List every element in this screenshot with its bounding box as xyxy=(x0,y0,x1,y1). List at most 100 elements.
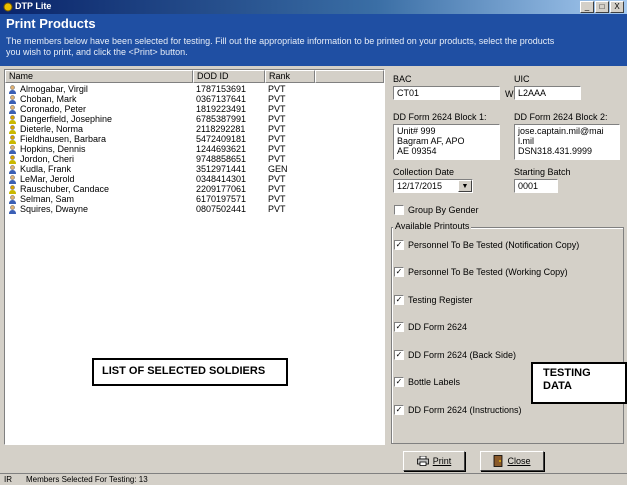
cell-name: Dieterle, Norma xyxy=(5,124,193,134)
block2-textarea[interactable]: jose.captain.mil@mai l.mil DSN318.431.99… xyxy=(514,124,620,160)
person-female-icon xyxy=(9,184,16,194)
starting-batch-label: Starting Batch xyxy=(514,167,571,177)
door-icon xyxy=(494,455,503,467)
table-row[interactable]: Dieterle, Norma 2118292281 PVT xyxy=(5,124,384,134)
window-title: DTP Lite xyxy=(15,1,52,11)
collection-date-select[interactable]: 12/17/2015 ▼ xyxy=(393,179,473,193)
printout-checkbox[interactable]: ✓ xyxy=(394,405,404,415)
block1-textarea[interactable]: Unit# 999 Bagram AF, APO AE 09354 xyxy=(393,124,500,160)
callout-testing-data: TESTING DATA xyxy=(531,362,627,404)
table-row[interactable]: Kudla, Frank 3512971441 GEN xyxy=(5,164,384,174)
printout-checkbox[interactable]: ✓ xyxy=(394,295,404,305)
close-window-button[interactable]: X xyxy=(610,1,624,13)
block1-line: Unit# 999 xyxy=(397,126,436,136)
callout-testing-line: DATA xyxy=(543,380,572,392)
table-row[interactable]: Jordon, Cheri 9748858651 PVT xyxy=(5,154,384,164)
cell-rank: PVT xyxy=(268,144,286,154)
block2-label: DD Form 2624 Block 2: xyxy=(514,112,608,122)
column-header-filler xyxy=(315,70,384,83)
callout-testing-line: TESTING xyxy=(543,367,591,379)
block2-line: jose.captain.mil@mai xyxy=(518,126,604,136)
printout-checkbox[interactable]: ✓ xyxy=(394,350,404,360)
starting-batch-input[interactable]: 0001 xyxy=(514,179,558,193)
row-name-text: Dangerfield, Josephine xyxy=(20,114,113,124)
soldier-list[interactable]: Name DOD ID Rank Almogabar, Virgil 178715… xyxy=(4,69,385,445)
app-icon xyxy=(3,2,13,12)
cell-name: Coronado, Peter xyxy=(5,104,193,114)
instructions-text: The members below have been selected for… xyxy=(6,36,555,57)
cell-name: Choban, Mark xyxy=(5,94,193,104)
cell-dod-id: 6170197571 xyxy=(196,194,247,204)
cell-rank: PVT xyxy=(268,134,286,144)
minimize-button[interactable]: _ xyxy=(580,1,594,13)
block1-label: DD Form 2624 Block 1: xyxy=(393,112,487,122)
cell-rank: PVT xyxy=(268,194,286,204)
printout-checkbox[interactable]: ✓ xyxy=(394,377,404,387)
cell-name: Selman, Sam xyxy=(5,194,193,204)
collection-date-value: 12/17/2015 xyxy=(397,181,443,191)
bac-input[interactable]: CT01 xyxy=(393,86,500,100)
person-blue-icon xyxy=(9,174,16,184)
person-blue-icon xyxy=(9,94,16,104)
cell-name: LeMar, Jerold xyxy=(5,174,193,184)
printout-checkbox[interactable]: ✓ xyxy=(394,267,404,277)
bac-label: BAC xyxy=(393,74,412,84)
list-rows: Almogabar, Virgil 1787153691 PVT Choban, Ma… xyxy=(5,84,384,214)
column-header-dod-id[interactable]: DOD ID xyxy=(193,70,265,83)
row-name-text: Jordon, Cheri xyxy=(20,154,75,164)
block1-line: Bagram AF, APO xyxy=(397,136,465,146)
cell-rank: PVT xyxy=(268,104,286,114)
group-by-gender-label: Group By Gender xyxy=(408,205,479,215)
table-row[interactable]: Coronado, Peter 1819223491 PVT xyxy=(5,104,384,114)
row-name-text: Almogabar, Virgil xyxy=(20,84,88,94)
cell-name: Kudla, Frank xyxy=(5,164,193,174)
cell-dod-id: 1819223491 xyxy=(196,104,247,114)
page-title: Print Products xyxy=(6,16,96,31)
table-row[interactable]: Squires, Dwayne 0807502441 PVT xyxy=(5,204,384,214)
printout-label: Personnel To Be Tested (Working Copy) xyxy=(408,267,568,277)
row-name-text: Coronado, Peter xyxy=(20,104,87,114)
table-row[interactable]: Dangerfield, Josephine 6785387991 PVT xyxy=(5,114,384,124)
person-blue-icon xyxy=(9,164,16,174)
status-text: Members Selected For Testing: 13 xyxy=(26,475,148,484)
person-blue-icon xyxy=(9,144,16,154)
print-button[interactable]: Print xyxy=(403,451,465,471)
person-female-icon xyxy=(9,114,16,124)
printout-checkbox[interactable]: ✓ xyxy=(394,240,404,250)
status-bar: IR Members Selected For Testing: 13 xyxy=(0,473,627,485)
person-female-icon xyxy=(9,134,16,144)
table-row[interactable]: Fieldhausen, Barbara 5472409181 PVT xyxy=(5,134,384,144)
row-name-text: Hopkins, Dennis xyxy=(20,144,86,154)
cell-dod-id: 0348414301 xyxy=(196,174,247,184)
table-row[interactable]: Hopkins, Dennis 1244693621 PVT xyxy=(5,144,384,154)
cell-name: Hopkins, Dennis xyxy=(5,144,193,154)
maximize-button[interactable]: □ xyxy=(595,1,609,13)
column-header-name[interactable]: Name xyxy=(5,70,193,83)
cell-rank: PVT xyxy=(268,184,286,194)
row-name-text: Kudla, Frank xyxy=(20,164,72,174)
cell-dod-id: 1787153691 xyxy=(196,84,247,94)
group-by-gender-checkbox[interactable] xyxy=(394,205,404,215)
table-row[interactable]: Choban, Mark 0367137641 PVT xyxy=(5,94,384,104)
cell-rank: GEN xyxy=(268,164,288,174)
cell-dod-id: 0367137641 xyxy=(196,94,247,104)
row-name-text: Selman, Sam xyxy=(20,194,75,204)
cell-dod-id: 5472409181 xyxy=(196,134,247,144)
uic-input[interactable]: L2AAA xyxy=(514,86,581,100)
available-printouts-title: Available Printouts xyxy=(393,221,472,231)
table-row[interactable]: LeMar, Jerold 0348414301 PVT xyxy=(5,174,384,184)
printout-checkbox[interactable]: ✓ xyxy=(394,322,404,332)
table-row[interactable]: Rauschuber, Candace 2209177061 PVT xyxy=(5,184,384,194)
printout-label: Testing Register xyxy=(408,295,473,305)
column-header-rank[interactable]: Rank xyxy=(265,70,315,83)
table-row[interactable]: Selman, Sam 6170197571 PVT xyxy=(5,194,384,204)
cell-rank: PVT xyxy=(268,154,286,164)
close-button[interactable]: Close xyxy=(480,451,544,471)
chevron-down-icon[interactable]: ▼ xyxy=(458,180,472,192)
collection-date-label: Collection Date xyxy=(393,167,455,177)
person-female-icon xyxy=(9,154,16,164)
table-row[interactable]: Almogabar, Virgil 1787153691 PVT xyxy=(5,84,384,94)
title-bar: DTP Lite _ □ X xyxy=(0,0,627,14)
cell-dod-id: 2209177061 xyxy=(196,184,247,194)
block1-line: AE 09354 xyxy=(397,146,437,156)
